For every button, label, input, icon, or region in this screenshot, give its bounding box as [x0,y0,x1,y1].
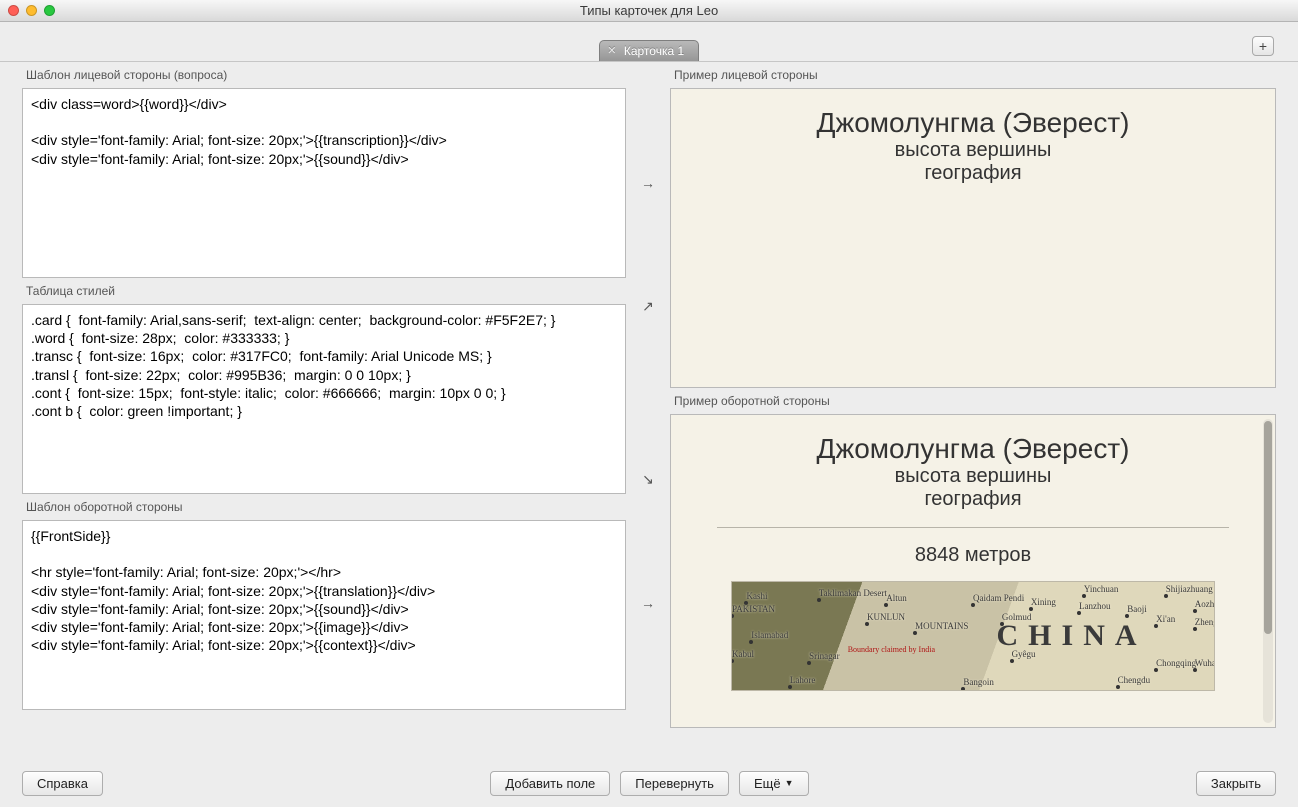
preview-back-line2: высота вершины [691,465,1255,488]
editor-column: Шаблон лицевой стороны (вопроса) Таблица… [22,68,626,758]
map-city-dot [788,685,792,689]
preview-answer: 8848 метров [691,544,1255,567]
more-menu-button[interactable]: Ещё ▼ [739,771,809,796]
map-city-label: Altun [886,593,907,603]
chevron-down-icon: ▼ [785,778,794,788]
preview-front-word: Джомолунгма (Эверест) [691,107,1255,139]
map-city-dot [807,661,811,665]
map-city-label: Golmud [1002,612,1032,622]
map-city-label: KUNLUN [867,612,905,622]
map-city-dot [1077,611,1081,615]
map-city-dot [731,659,734,663]
map-city-label: Shijiazhuang [1166,584,1213,594]
tab-label: Карточка 1 [624,44,684,58]
close-button[interactable]: Закрыть [1196,771,1276,796]
map-city-label: Baoji [1127,604,1147,614]
preview-front-line3: география [691,162,1255,185]
map-city-label: Taklimakan Desert [819,588,887,598]
preview-divider [717,527,1229,528]
map-city-dot [817,598,821,602]
label-preview-front: Пример лицевой стороны [670,68,1276,82]
map-city-label: Xi'an [1156,614,1175,624]
arrow-column: → ↗ ↘ → [638,68,658,758]
styles-editor[interactable] [22,304,626,494]
tab-card-1[interactable]: ✕ Карточка 1 [599,40,699,61]
map-city-dot [1029,607,1033,611]
flip-button[interactable]: Перевернуть [620,771,729,796]
preview-back-line3: география [691,488,1255,511]
map-city-dot [731,614,734,618]
map-city-dot [1164,594,1168,598]
more-label: Ещё [754,776,781,791]
map-city-dot [1193,627,1197,631]
add-tab-button[interactable]: + [1252,36,1274,56]
preview-front-line2: высота вершины [691,139,1255,162]
preview-column: Пример лицевой стороны Джомолунгма (Эвер… [670,68,1276,758]
add-field-button[interactable]: Добавить поле [490,771,610,796]
plus-icon: + [1259,38,1267,54]
back-template-editor[interactable] [22,520,626,710]
map-city-label: PAKISTAN [732,604,775,614]
map-city-label: Lanzhou [1079,601,1111,611]
zoom-window-icon[interactable] [44,5,55,16]
help-button[interactable]: Справка [22,771,103,796]
map-city-label: Wuhan [1195,658,1215,668]
label-front-template: Шаблон лицевой стороны (вопроса) [22,68,626,82]
map-city-dot [961,687,965,691]
arrow-right-icon: → [638,175,658,191]
map-city-label: Kabul [732,649,754,659]
map-label-china: CHINA [997,619,1147,653]
arrow-right-icon: → [638,595,658,611]
map-city-dot [1154,624,1158,628]
map-city-dot [865,622,869,626]
preview-back: Джомолунгма (Эверест) высота вершины гео… [670,414,1276,728]
preview-back-word: Джомолунгма (Эверест) [691,433,1255,465]
minimize-window-icon[interactable] [26,5,37,16]
map-city-label: Chengdu [1118,675,1151,685]
map-boundary-note: Boundary claimed by India [848,645,935,654]
map-city-label: Zhengzhou [1195,617,1215,627]
label-preview-back: Пример оборотной стороны [670,394,1276,408]
label-styles: Таблица стилей [22,284,626,298]
map-city-dot [884,603,888,607]
map-city-dot [1116,685,1120,689]
arrow-upright-icon: ↗ [638,298,658,315]
map-city-label: Aozhuang [1195,599,1215,609]
preview-front: Джомолунгма (Эверест) высота вершины гео… [670,88,1276,388]
map-city-dot [1125,614,1129,618]
close-tab-icon[interactable]: ✕ [606,45,618,57]
titlebar: Типы карточек для Leo [0,0,1298,22]
map-city-label: Gyêgu [1012,649,1036,659]
map-city-dot [749,640,753,644]
front-template-editor[interactable] [22,88,626,278]
map-city-dot [1154,668,1158,672]
map-city-dot [913,631,917,635]
bottom-toolbar: Справка Добавить поле Перевернуть Ещё ▼ … [0,759,1298,807]
map-city-dot [1082,594,1086,598]
map-city-dot [1193,609,1197,613]
map-city-label: Xining [1031,597,1056,607]
scrollbar-thumb[interactable] [1264,421,1272,634]
map-city-label: Lahore [790,675,815,685]
map-city-label: Yinchuan [1084,584,1119,594]
work-area: Шаблон лицевой стороны (вопроса) Таблица… [0,62,1298,758]
map-city-label: Chongqing [1156,658,1196,668]
preview-map-image: CHINA Boundary claimed by India Kashi PAK… [731,581,1215,691]
close-window-icon[interactable] [8,5,19,16]
window-controls [8,5,55,16]
map-city-label: Islamabad [751,630,788,640]
map-city-label: Qaidam Pendi [973,593,1024,603]
map-city-dot [1193,668,1197,672]
arrow-downright-icon: ↘ [638,471,658,488]
map-city-label: Srinagar [809,651,840,661]
map-city-dot [971,603,975,607]
map-city-label: Bangoin [963,677,994,687]
tab-strip: ✕ Карточка 1 + [0,34,1298,62]
preview-back-scrollbar[interactable] [1263,419,1273,723]
window-title: Типы карточек для Leo [0,3,1298,18]
map-city-label: MOUNTAINS [915,621,968,631]
map-city-dot [1010,659,1014,663]
map-city-label: Kashi [746,591,767,601]
label-back-template: Шаблон оборотной стороны [22,500,626,514]
